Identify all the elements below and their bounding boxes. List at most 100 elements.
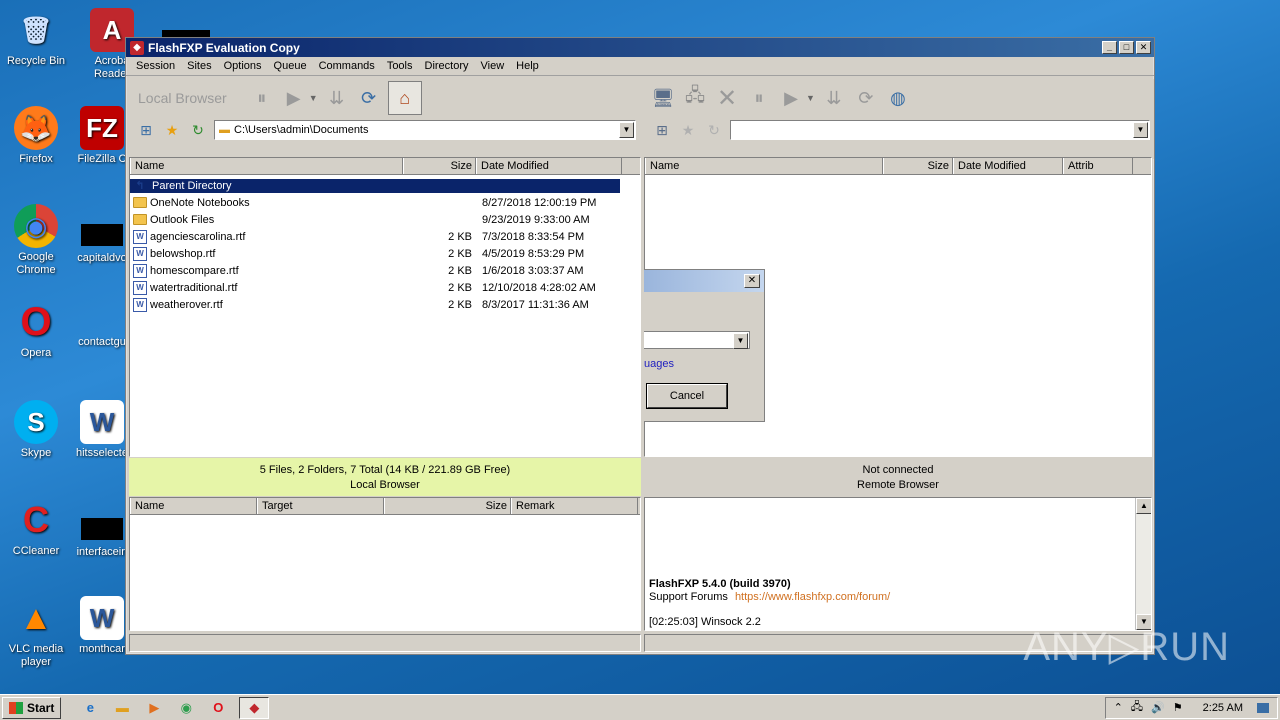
queue-list[interactable]: Name Target Size Remark bbox=[129, 497, 641, 631]
scroll-up-icon[interactable]: ▲ bbox=[1136, 498, 1151, 514]
abort-icon[interactable]: ✕ bbox=[714, 85, 740, 112]
transfer-icon[interactable]: ⇊ bbox=[821, 85, 847, 111]
flashfxp-task-icon[interactable]: ◆ bbox=[239, 696, 270, 719]
connect-icon[interactable]: 🖥 bbox=[650, 85, 676, 111]
dialog-title-bar[interactable]: ✕ bbox=[644, 270, 764, 292]
col-size[interactable]: Size bbox=[403, 158, 476, 174]
col-date[interactable]: Date Modified bbox=[476, 158, 622, 174]
play-icon[interactable]: ▶ bbox=[281, 85, 307, 111]
start-button[interactable]: Start bbox=[2, 696, 62, 719]
local-file-row[interactable]: Wweatherover.rtf 2 KB 8/3/2017 11:31:36 AM bbox=[130, 296, 640, 313]
path-dropdown-icon[interactable]: ▼ bbox=[1133, 122, 1148, 138]
local-status: 5 Files, 2 Folders, 7 Total (14 KB / 221… bbox=[129, 458, 641, 496]
local-path-input[interactable]: ▬ C:\Users\admin\Documents ▼ bbox=[214, 120, 636, 140]
desktop-icon-vlc[interactable]: ▲ VLC media player bbox=[0, 596, 72, 669]
word-doc-icon: W bbox=[80, 400, 124, 444]
favorites-star-icon[interactable]: ★ bbox=[162, 122, 182, 139]
col-remark[interactable]: Remark bbox=[511, 498, 638, 514]
menu-session[interactable]: Session bbox=[130, 60, 181, 72]
log-scrollbar[interactable]: ▲ ▼ bbox=[1135, 498, 1151, 630]
minimize-button[interactable]: _ bbox=[1102, 41, 1117, 54]
title-bar[interactable]: ◆ FlashFXP Evaluation Copy _ □ ✕ bbox=[126, 38, 1154, 57]
desktop-icon-ccleaner[interactable]: C CCleaner bbox=[0, 498, 72, 558]
refresh-icon[interactable]: ⟳ bbox=[356, 85, 382, 111]
col-attrib[interactable]: Attrib bbox=[1063, 158, 1133, 174]
file-name: homescompare.rtf bbox=[150, 264, 239, 277]
play-icon[interactable]: ▶ bbox=[778, 85, 804, 111]
col-size[interactable]: Size bbox=[384, 498, 511, 514]
desktop-icon-firefox[interactable]: 🦊 Firefox bbox=[0, 106, 72, 166]
dialog-close-button[interactable]: ✕ bbox=[744, 274, 760, 288]
favorites-star-icon[interactable]: ★ bbox=[678, 122, 698, 139]
rtf-document-icon: W bbox=[133, 263, 147, 278]
path-dropdown-icon[interactable]: ▼ bbox=[619, 122, 634, 138]
log-support-link[interactable]: https://www.flashfxp.com/forum/ bbox=[735, 591, 890, 603]
local-file-row[interactable]: Outlook Files 9/23/2019 9:33:00 AM bbox=[130, 211, 640, 228]
explorer-icon[interactable]: ▬ bbox=[111, 697, 133, 719]
languages-link[interactable]: uages bbox=[644, 358, 674, 370]
parent-directory-icon: ↰ bbox=[135, 179, 145, 192]
close-button[interactable]: ✕ bbox=[1136, 41, 1151, 54]
local-list-header: Name Size Date Modified bbox=[130, 158, 640, 175]
local-file-row[interactable]: OneNote Notebooks 8/27/2018 12:00:19 PM bbox=[130, 194, 640, 211]
desktop-icon-opera[interactable]: O Opera bbox=[0, 300, 72, 360]
language-dropdown-icon[interactable]: ▼ bbox=[733, 333, 748, 349]
remote-path-input[interactable]: ▼ bbox=[730, 120, 1150, 140]
globe-icon[interactable]: ◍ bbox=[885, 85, 911, 111]
col-target[interactable]: Target bbox=[257, 498, 384, 514]
remote-tree-icon[interactable]: ⊞ bbox=[652, 122, 672, 139]
menu-help[interactable]: Help bbox=[510, 60, 545, 72]
local-file-list[interactable]: Name Size Date Modified ↰ Parent Director… bbox=[129, 157, 641, 457]
local-file-row[interactable]: Wagenciescarolina.rtf 2 KB 7/3/2018 8:33:5… bbox=[130, 228, 640, 245]
menu-directory[interactable]: Directory bbox=[419, 60, 475, 72]
col-date[interactable]: Date Modified bbox=[953, 158, 1063, 174]
media-player-icon[interactable]: ▶ bbox=[143, 697, 165, 719]
desktop-icon-recycle-bin[interactable]: 🗑 Recycle Bin bbox=[0, 8, 72, 68]
opera-icon[interactable]: O bbox=[207, 697, 229, 719]
local-file-row[interactable]: Whomescompare.rtf 2 KB 1/6/2018 3:03:37 AM bbox=[130, 262, 640, 279]
maximize-button[interactable]: □ bbox=[1119, 41, 1134, 54]
disconnect-icon[interactable]: 🖧 bbox=[682, 85, 708, 111]
refresh-icon[interactable]: ⟳ bbox=[853, 85, 879, 111]
network-icon[interactable]: 🖧 bbox=[1131, 698, 1143, 717]
col-name[interactable]: Name bbox=[645, 158, 883, 174]
local-file-row[interactable]: Wwatertraditional.rtf 2 KB 12/10/2018 4:28… bbox=[130, 279, 640, 296]
menu-options[interactable]: Options bbox=[218, 60, 268, 72]
tray-expand-icon[interactable]: ⌃ bbox=[1114, 701, 1123, 714]
show-desktop-icon[interactable] bbox=[1257, 702, 1269, 713]
desktop-icon-skype[interactable]: S Skype bbox=[0, 400, 72, 460]
menu-tools[interactable]: Tools bbox=[381, 60, 419, 72]
menu-queue[interactable]: Queue bbox=[268, 60, 313, 72]
local-file-row[interactable]: Wbelowshop.rtf 2 KB 4/5/2019 8:53:29 PM bbox=[130, 245, 640, 262]
ie-icon[interactable]: e bbox=[79, 697, 101, 719]
menu-sites[interactable]: Sites bbox=[181, 60, 217, 72]
home-icon[interactable]: ⌂ bbox=[387, 81, 422, 115]
play-dropdown-icon[interactable]: ▼ bbox=[309, 93, 318, 103]
menu-bar: Session Sites Options Queue Commands Too… bbox=[126, 57, 1154, 76]
volume-icon[interactable]: 🔊 bbox=[1151, 701, 1165, 714]
language-select[interactable]: ▼ bbox=[644, 331, 750, 349]
col-size[interactable]: Size bbox=[883, 158, 953, 174]
desktop-icon-chrome[interactable]: ◉ Google Chrome bbox=[0, 204, 72, 277]
play-dropdown-icon[interactable]: ▼ bbox=[806, 93, 815, 103]
local-tree-icon[interactable]: ⊞ bbox=[136, 122, 156, 139]
pause-icon[interactable]: ⏸ bbox=[746, 85, 772, 111]
rtf-document-icon: W bbox=[133, 246, 147, 261]
menu-commands[interactable]: Commands bbox=[313, 60, 381, 72]
clock[interactable]: 2:25 AM bbox=[1203, 702, 1243, 714]
action-center-flag-icon[interactable]: ⚑ bbox=[1173, 701, 1183, 714]
file-name: belowshop.rtf bbox=[150, 247, 216, 260]
go-up-icon[interactable]: ↻ bbox=[188, 122, 208, 139]
chrome-icon[interactable]: ◉ bbox=[175, 697, 197, 719]
log-panel[interactable]: FlashFXP 5.4.0 (build 3970) Support Foru… bbox=[644, 497, 1152, 631]
menu-view[interactable]: View bbox=[475, 60, 511, 72]
pause-icon[interactable]: ⏸ bbox=[249, 85, 275, 111]
col-name[interactable]: Name bbox=[130, 158, 403, 174]
cancel-button[interactable]: Cancel bbox=[647, 384, 727, 408]
transfer-icon[interactable]: ⇊ bbox=[324, 85, 350, 111]
go-up-icon[interactable]: ↻ bbox=[704, 122, 724, 139]
col-name[interactable]: Name bbox=[130, 498, 257, 514]
file-date: 1/6/2018 3:03:37 AM bbox=[482, 264, 584, 277]
local-file-row[interactable]: ↰ Parent Directory bbox=[130, 177, 640, 194]
start-label: Start bbox=[27, 700, 55, 715]
